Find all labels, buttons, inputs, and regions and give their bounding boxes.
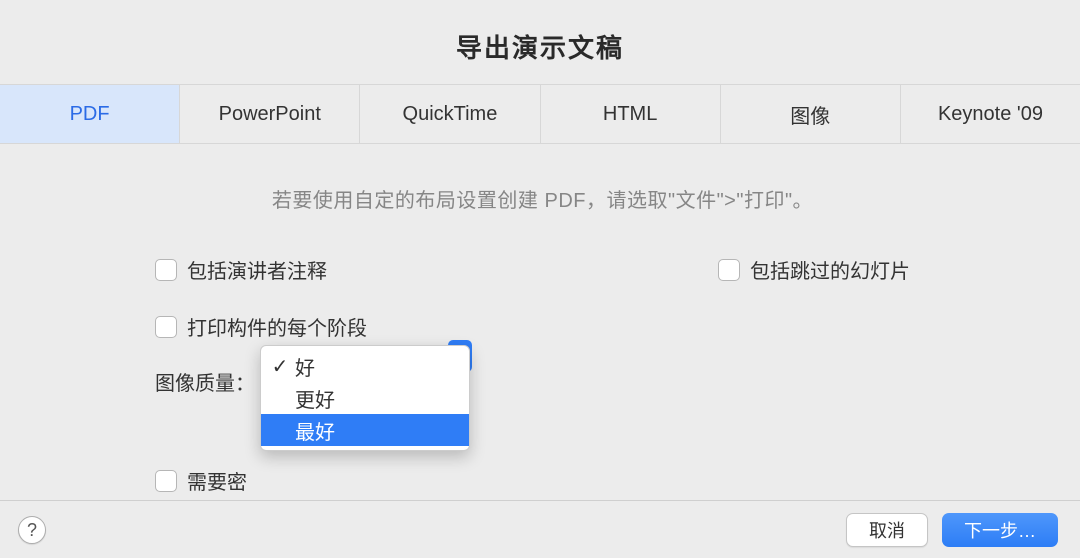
tab-label: HTML xyxy=(603,103,657,126)
checkbox-label: 包括演讲者注释 xyxy=(187,255,327,284)
checkbox-label: 打印构件的每个阶段 xyxy=(187,312,367,341)
option-label: 最好 xyxy=(295,416,335,445)
checkbox-icon[interactable] xyxy=(718,259,740,281)
tab-image[interactable]: 图像 xyxy=(721,85,901,143)
tab-pdf[interactable]: PDF xyxy=(0,85,180,143)
button-label: 取消 xyxy=(869,517,905,543)
checkbox-label: 包括跳过的幻灯片 xyxy=(750,255,910,284)
help-button[interactable]: ? xyxy=(18,516,46,544)
option-label: 更好 xyxy=(295,384,335,413)
checkbox-label: 需要密 xyxy=(187,466,247,495)
image-quality-label: 图像质量： xyxy=(155,367,255,396)
export-format-tabs: PDF PowerPoint QuickTime HTML 图像 Keynote… xyxy=(0,84,1080,144)
export-dialog: 导出演示文稿 PDF PowerPoint QuickTime HTML 图像 … xyxy=(0,0,1080,558)
tab-label: 图像 xyxy=(790,100,830,129)
tab-quicktime[interactable]: QuickTime xyxy=(360,85,540,143)
help-icon: ? xyxy=(27,520,37,541)
layout-hint: 若要使用自定的布局设置创建 PDF，请选取"文件">"打印"。 xyxy=(155,184,930,213)
dialog-title: 导出演示文稿 xyxy=(0,0,1080,84)
tab-label: QuickTime xyxy=(403,103,498,126)
checkbox-print-builds[interactable]: 打印构件的每个阶段 xyxy=(155,312,930,341)
footer-buttons: 取消 下一步… xyxy=(846,513,1058,547)
checkbox-skipped-slides[interactable]: 包括跳过的幻灯片 xyxy=(718,255,910,284)
tab-html[interactable]: HTML xyxy=(541,85,721,143)
tab-powerpoint[interactable]: PowerPoint xyxy=(180,85,360,143)
next-button[interactable]: 下一步… xyxy=(942,513,1058,547)
tab-keynote09[interactable]: Keynote '09 xyxy=(901,85,1080,143)
checkbox-row-1: 包括演讲者注释 包括跳过的幻灯片 xyxy=(155,255,930,298)
quality-option-better[interactable]: 更好 xyxy=(261,382,469,414)
checkmark-icon: ✓ xyxy=(271,354,289,379)
cancel-button[interactable]: 取消 xyxy=(846,513,928,547)
dialog-footer: ? 取消 下一步… xyxy=(0,500,1080,558)
tab-label: PDF xyxy=(70,103,110,126)
dialog-content: 若要使用自定的布局设置创建 PDF，请选取"文件">"打印"。 包括演讲者注释 … xyxy=(0,144,1080,495)
tab-label: Keynote '09 xyxy=(938,103,1043,126)
checkbox-icon[interactable] xyxy=(155,259,177,281)
quality-dropdown-menu[interactable]: ✓ 好 更好 最好 xyxy=(260,345,470,451)
tab-label: PowerPoint xyxy=(219,103,321,126)
quality-option-good[interactable]: ✓ 好 xyxy=(261,350,469,382)
checkbox-icon[interactable] xyxy=(155,316,177,338)
checkbox-icon[interactable] xyxy=(155,470,177,492)
option-label: 好 xyxy=(295,352,315,381)
button-label: 下一步… xyxy=(964,517,1036,543)
checkbox-require-password[interactable]: 需要密 xyxy=(155,466,930,495)
quality-option-best[interactable]: 最好 xyxy=(261,414,469,446)
checkbox-presenter-notes[interactable]: 包括演讲者注释 xyxy=(155,255,327,284)
